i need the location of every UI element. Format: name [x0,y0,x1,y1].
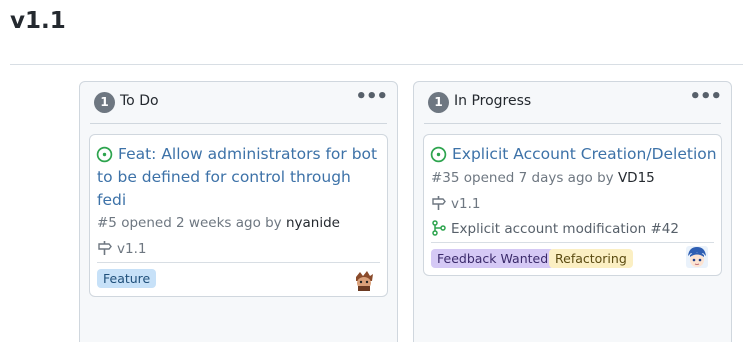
kebab-menu-icon[interactable]: ••• [355,88,388,106]
avatar[interactable] [686,246,708,268]
avatar[interactable] [353,269,375,291]
column-divider [90,123,387,124]
issue-open-icon [430,146,447,163]
column-in-progress: 1 In Progress ••• Explicit Account Creat… [413,81,732,342]
column-header: 1 In Progress ••• [414,82,731,123]
column-count-badge: 1 [428,92,449,113]
issue-card[interactable]: Feat: Allow administrators for bot to be… [89,134,388,297]
column-to-do: 1 To Do ••• Feat: Allow administrators f… [79,81,398,342]
issue-title-link[interactable]: Explicit Account Creation/Deletion [452,143,717,166]
issue-card[interactable]: Explicit Account Creation/Deletion #35 o… [423,134,722,276]
divider [10,64,743,65]
label-feedback-wanted[interactable]: Feedback Wanted [431,249,555,268]
issue-meta-text: #35 opened 7 days ago by [431,170,614,186]
author-link[interactable]: nyanide [286,215,340,231]
author-link[interactable]: VD15 [618,170,655,186]
column-name: To Do [120,93,159,109]
page-title: v1.1 [10,8,66,34]
milestone[interactable]: v1.1 [431,195,480,212]
assignee-avatar-icon [353,269,375,291]
label-refactoring[interactable]: Refactoring [549,249,633,268]
column-count-badge: 1 [94,92,115,113]
issue-meta-text: #5 opened 2 weeks ago by [97,215,282,231]
kebab-menu-icon[interactable]: ••• [689,88,722,106]
card-divider [97,262,380,263]
column-name: In Progress [454,93,532,109]
column-header: 1 To Do ••• [80,82,397,123]
issue-meta: #35 opened 7 days ago by VD15 [431,170,655,186]
milestone[interactable]: v1.1 [97,240,146,257]
milestone-label: v1.1 [451,196,481,212]
pull-request-icon [432,220,446,236]
milestone-icon [98,241,112,255]
column-divider [424,123,721,124]
milestone-icon [432,196,446,210]
card-divider [431,242,714,243]
label-feature[interactable]: Feature [97,269,157,288]
issue-title-link[interactable]: Feat: Allow administrators for bot to be… [97,143,382,212]
linked-pr-label: Explicit account modification #42 [451,221,679,237]
issue-meta: #5 opened 2 weeks ago by nyanide [97,215,340,231]
milestone-label: v1.1 [117,241,147,257]
assignee-avatar-icon [686,246,708,268]
linked-pull-request[interactable]: Explicit account modification #42 [431,220,679,237]
